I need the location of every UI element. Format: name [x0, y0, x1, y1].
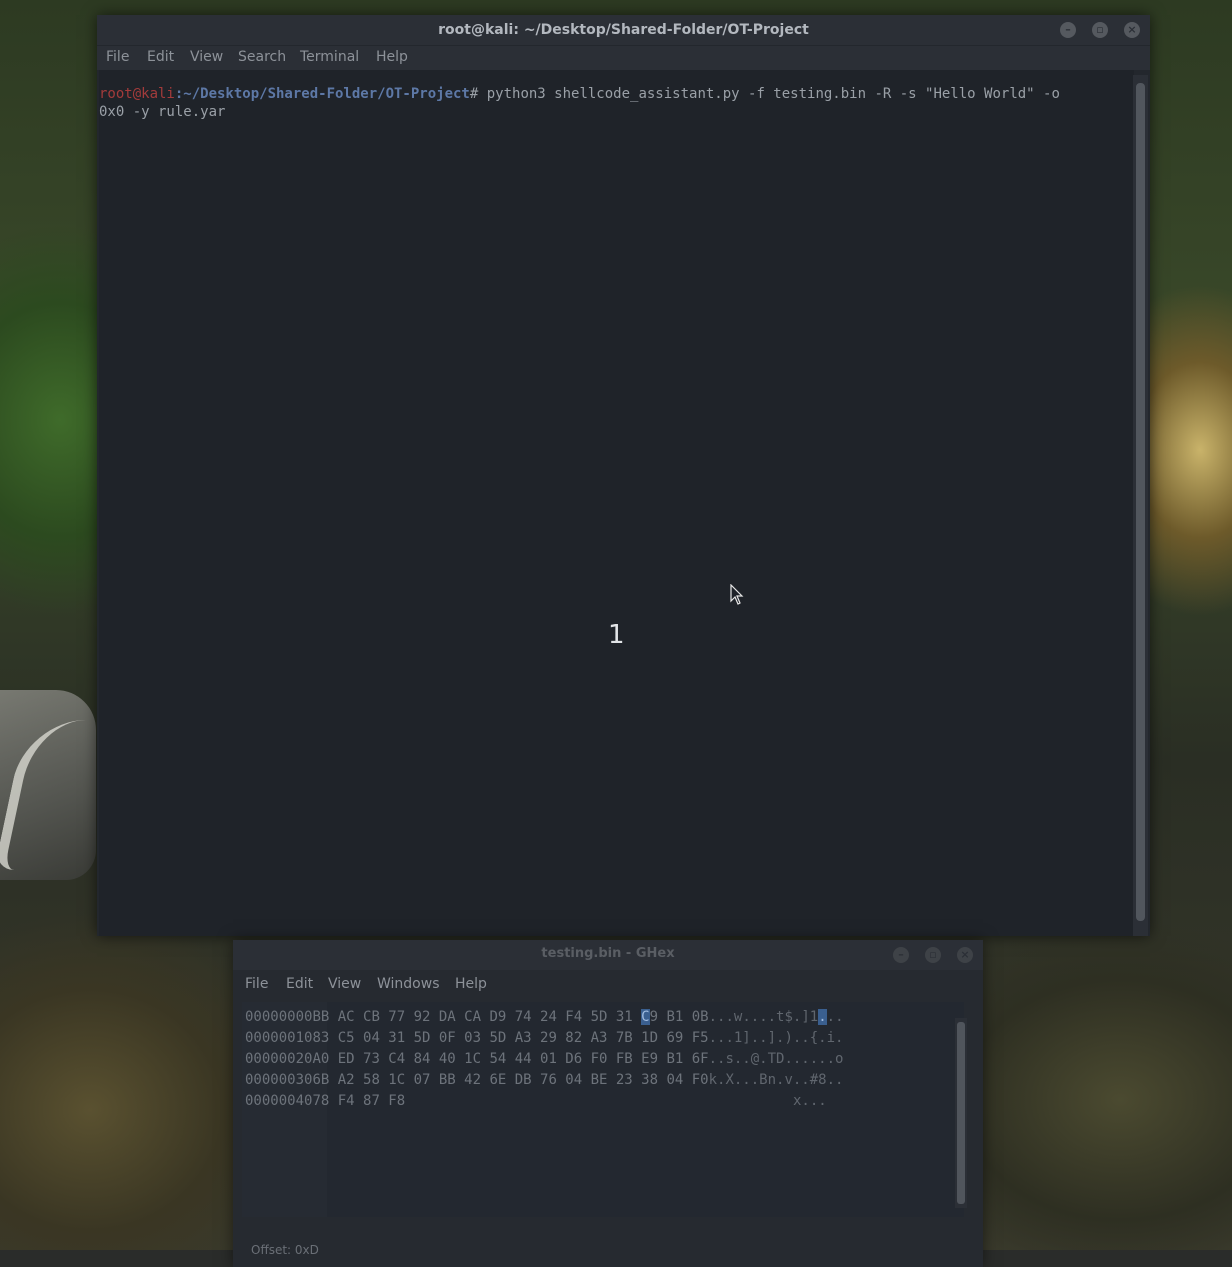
- maximize-icon[interactable]: ▫: [1092, 22, 1108, 38]
- row-bytes: 78 F4 87 F8: [312, 1093, 406, 1109]
- offset-status: Offset: 0xD: [251, 1243, 319, 1257]
- row-bytes: BB AC CB 77 92 DA CA D9 74 24 F4 5D 31: [312, 1009, 642, 1025]
- menu-view[interactable]: View: [190, 49, 223, 65]
- row-offset: 00000000: [245, 1009, 313, 1025]
- close-icon[interactable]: ×: [957, 947, 973, 963]
- terminal-window[interactable]: root@kali: ~/Desktop/Shared-Folder/OT-Pr…: [97, 15, 1150, 936]
- terminal-title: root@kali: ~/Desktop/Shared-Folder/OT-Pr…: [438, 22, 809, 38]
- ghex-titlebar[interactable]: testing.bin - GHex – ▫ ×: [233, 940, 983, 970]
- row-ascii-post: ..: [826, 1009, 844, 1025]
- command-line-wrap: 0x0 -y rule.yar: [99, 104, 226, 120]
- menu-terminal[interactable]: Terminal: [300, 49, 359, 65]
- row-bytes-post: 9 B1 0B: [649, 1009, 709, 1025]
- row-bytes: A0 ED 73 C4 84 40 1C 54 44 01 D6 F0 FB E…: [312, 1051, 709, 1067]
- menu-windows[interactable]: Windows: [377, 976, 440, 992]
- mouse-pointer-icon: [730, 584, 744, 605]
- row-ascii: x...: [793, 1093, 827, 1109]
- menu-file[interactable]: File: [245, 976, 268, 992]
- hex-row[interactable]: 0000001083 C5 04 31 5D 0F 03 5D A3 29 82…: [245, 1029, 843, 1047]
- row-ascii: ..s..@.TD......o: [708, 1051, 844, 1067]
- row-ascii: k.X...Bn.v..#8..: [708, 1072, 844, 1088]
- menu-edit[interactable]: Edit: [286, 976, 313, 992]
- menu-file[interactable]: File: [106, 49, 129, 65]
- row-offset: 00000040: [245, 1093, 313, 1109]
- row-bytes: 6B A2 58 1C 07 BB 42 6E DB 76 04 BE 23 3…: [312, 1072, 709, 1088]
- hex-row[interactable]: 000000306B A2 58 1C 07 BB 42 6E DB 76 04…: [245, 1071, 843, 1089]
- menu-search[interactable]: Search: [238, 49, 286, 65]
- prompt-path: :~/Desktop/Shared-Folder/OT-Project: [174, 86, 470, 102]
- hex-row-ascii-last[interactable]: x...: [793, 1092, 827, 1110]
- terminal-menubar: File Edit View Search Terminal Help: [97, 46, 1150, 70]
- menu-help[interactable]: Help: [376, 49, 408, 65]
- prompt-user: root@kali: [99, 86, 175, 102]
- row-offset: 00000020: [245, 1051, 313, 1067]
- menu-edit[interactable]: Edit: [147, 49, 174, 65]
- command-line: root@kali:~/Desktop/Shared-Folder/OT-Pro…: [99, 85, 1060, 103]
- command-text: # python3 shellcode_assistant.py -f test…: [469, 86, 1060, 102]
- menu-view[interactable]: View: [328, 976, 361, 992]
- minimize-icon[interactable]: –: [1060, 22, 1076, 38]
- row-offset: 00000010: [245, 1030, 313, 1046]
- minimize-icon[interactable]: –: [893, 947, 909, 963]
- ghex-title: testing.bin - GHex: [541, 946, 675, 961]
- selected-ascii: .: [818, 1009, 827, 1025]
- terminal-scrollbar[interactable]: [1133, 75, 1148, 936]
- close-icon[interactable]: ×: [1124, 22, 1140, 38]
- row-ascii: ...w....t$.]1: [708, 1009, 819, 1025]
- hex-row[interactable]: 0000004078 F4 87 F8: [245, 1092, 405, 1110]
- overlay-number: 1: [608, 620, 625, 650]
- row-offset: 00000030: [245, 1072, 313, 1088]
- scrollbar-thumb[interactable]: [1136, 83, 1145, 921]
- row-bytes: 83 C5 04 31 5D 0F 03 5D A3 29 82 A3 7B 1…: [312, 1030, 709, 1046]
- hex-scrollbar[interactable]: [955, 1018, 967, 1208]
- hex-row[interactable]: 00000020A0 ED 73 C4 84 40 1C 54 44 01 D6…: [245, 1050, 843, 1068]
- ghex-window[interactable]: testing.bin - GHex – ▫ × File Edit View …: [233, 940, 983, 1267]
- maximize-icon[interactable]: ▫: [925, 947, 941, 963]
- hex-row[interactable]: 00000000BB AC CB 77 92 DA CA D9 74 24 F4…: [245, 1008, 844, 1026]
- ghex-statusbar: Offset: 0xD: [233, 1235, 983, 1267]
- ghex-menubar: File Edit View Windows Help: [233, 973, 983, 997]
- scrollbar-thumb[interactable]: [957, 1022, 965, 1204]
- hex-view[interactable]: 00000000BB AC CB 77 92 DA CA D9 74 24 F4…: [242, 1002, 964, 1217]
- terminal-titlebar[interactable]: root@kali: ~/Desktop/Shared-Folder/OT-Pr…: [97, 15, 1150, 45]
- menu-help[interactable]: Help: [455, 976, 487, 992]
- terminal-output[interactable]: root@kali:~/Desktop/Shared-Folder/OT-Pro…: [99, 70, 1134, 936]
- selected-byte: C: [641, 1009, 650, 1025]
- row-ascii: ...1]..].)..{.i.: [708, 1030, 844, 1046]
